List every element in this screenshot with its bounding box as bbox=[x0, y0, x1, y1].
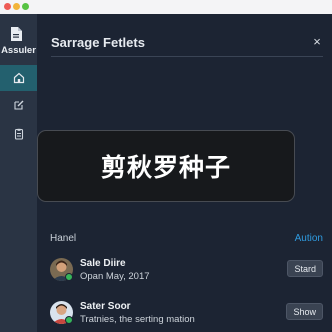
list-item: Sater Soor Tratnies, the serting mation … bbox=[50, 301, 323, 331]
list-item-subtitle: Opan May, 2017 bbox=[80, 271, 150, 282]
edit-icon bbox=[13, 100, 23, 110]
show-button[interactable]: Show bbox=[286, 303, 323, 320]
app-name: Assuler bbox=[1, 45, 36, 56]
home-icon bbox=[13, 72, 24, 84]
sidebar-item-clipboard[interactable] bbox=[0, 121, 37, 147]
start-button[interactable]: Stard bbox=[287, 260, 323, 277]
minimize-window-button[interactable] bbox=[13, 3, 20, 10]
sidebar-item-edit[interactable] bbox=[0, 92, 37, 118]
online-status-icon bbox=[65, 316, 73, 324]
clipboard-icon bbox=[14, 128, 23, 140]
document-icon bbox=[11, 27, 22, 41]
close-window-button[interactable] bbox=[4, 3, 11, 10]
list-item-subtitle: Tratnies, the serting mation bbox=[80, 314, 195, 325]
close-icon[interactable]: × bbox=[311, 35, 323, 48]
panel-title: Sarrage Fetlets bbox=[51, 35, 145, 50]
main-panel: Sarrage Fetlets × 剪秋罗种子 Hanel Aution Sal… bbox=[37, 14, 332, 332]
list-item: Sale Diire Opan May, 2017 Stard bbox=[50, 258, 323, 288]
toast-message: 剪秋罗种子 bbox=[37, 130, 295, 202]
window-titlebar bbox=[0, 0, 332, 14]
list-item-name: Sater Soor bbox=[80, 301, 131, 312]
section-action-link[interactable]: Aution bbox=[295, 233, 323, 244]
sidebar: Assuler bbox=[0, 14, 37, 332]
section-label: Hanel bbox=[50, 233, 77, 244]
list-item-name: Sale Diire bbox=[80, 258, 126, 269]
sidebar-item-home[interactable] bbox=[0, 65, 37, 91]
divider bbox=[51, 56, 323, 57]
online-status-icon bbox=[65, 273, 73, 281]
maximize-window-button[interactable] bbox=[22, 3, 29, 10]
